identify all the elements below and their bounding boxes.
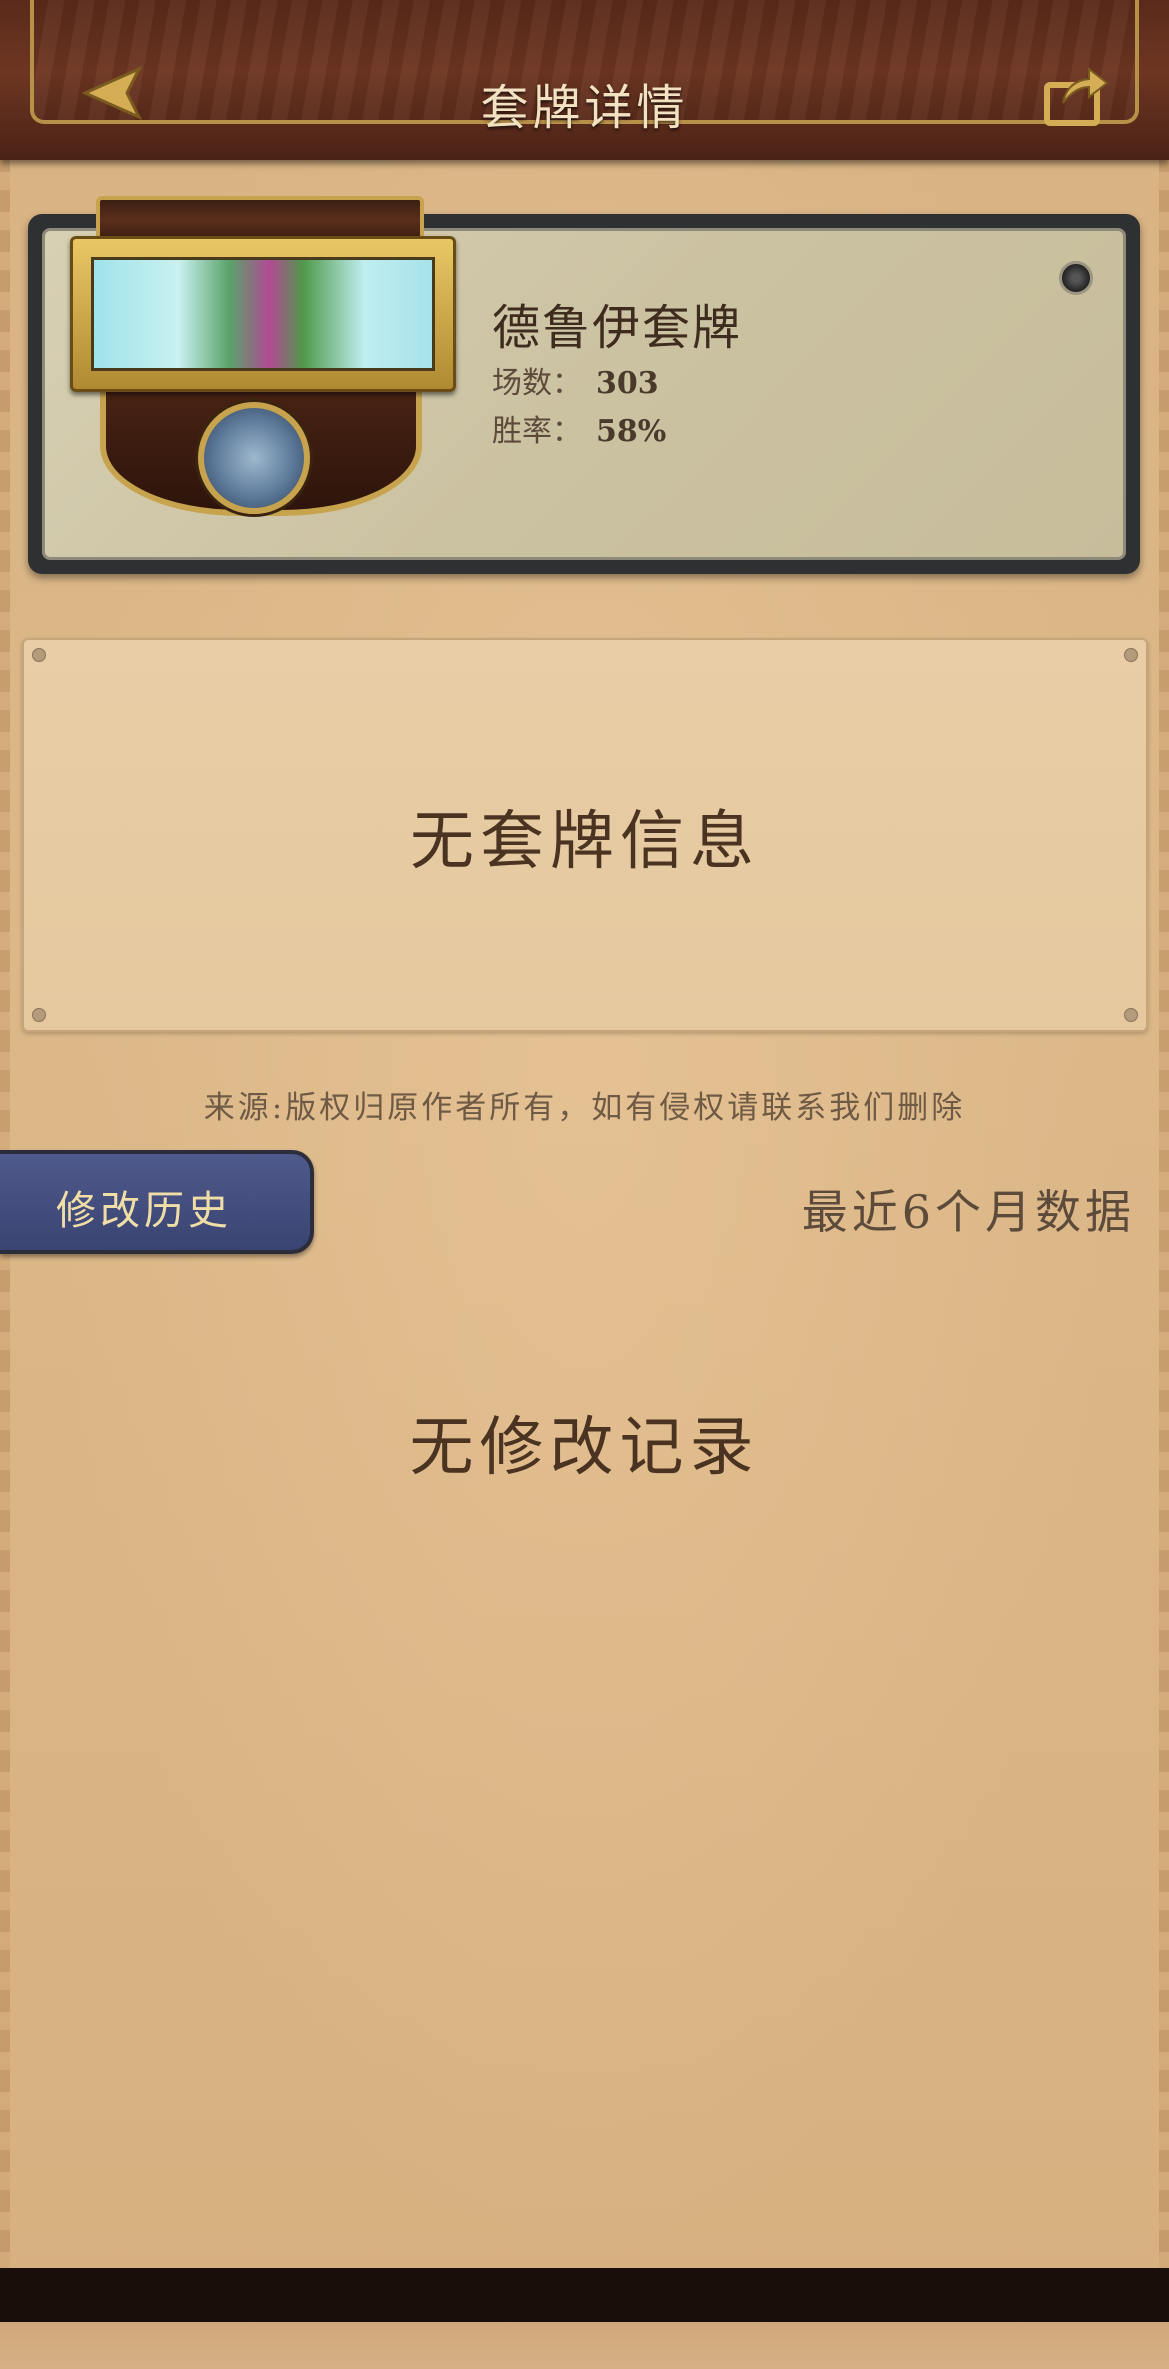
rivet-icon bbox=[1124, 1008, 1138, 1022]
source-note: 来源:版权归原作者所有，如有侵权请联系我们删除 bbox=[203, 1090, 966, 1126]
deck-name: 德鲁伊套牌 bbox=[492, 300, 743, 356]
games-label: 场数： bbox=[492, 366, 582, 401]
rivet-icon bbox=[1124, 648, 1138, 662]
rivet-icon bbox=[32, 1008, 46, 1022]
share-button[interactable] bbox=[1038, 60, 1114, 130]
winrate-value: 58% bbox=[596, 414, 667, 449]
games-value: 303 bbox=[596, 366, 659, 401]
top-header: 套牌详情 bbox=[0, 0, 1169, 160]
page-title: 套牌详情 bbox=[480, 80, 689, 136]
bottom-strip bbox=[0, 2322, 1169, 2369]
winrate-label: 胜率： bbox=[492, 414, 582, 449]
deck-info-panel: 无套牌信息 bbox=[22, 638, 1148, 1032]
hero-portrait-frame bbox=[70, 236, 456, 392]
parchment-edge-right bbox=[1159, 150, 1169, 2269]
bottom-bar bbox=[0, 2268, 1169, 2322]
deck-info-empty-text: 无套牌信息 bbox=[410, 805, 760, 879]
history-empty-text: 无修改记录 bbox=[409, 1411, 760, 1485]
games-stat: 场数： 303 bbox=[492, 358, 659, 402]
modification-history-tab[interactable]: 修改历史 bbox=[0, 1150, 314, 1254]
winrate-stat: 胜率： 58% bbox=[492, 406, 666, 450]
rivet-icon bbox=[32, 648, 46, 662]
druid-class-emblem-icon bbox=[198, 402, 310, 514]
history-tab-label: 修改历史 bbox=[56, 1188, 232, 1234]
period-label: 最近6个月数据 bbox=[801, 1185, 1135, 1239]
druid-hero-portrait bbox=[91, 257, 435, 371]
share-icon bbox=[1044, 66, 1109, 126]
rivet-icon bbox=[1059, 261, 1093, 295]
